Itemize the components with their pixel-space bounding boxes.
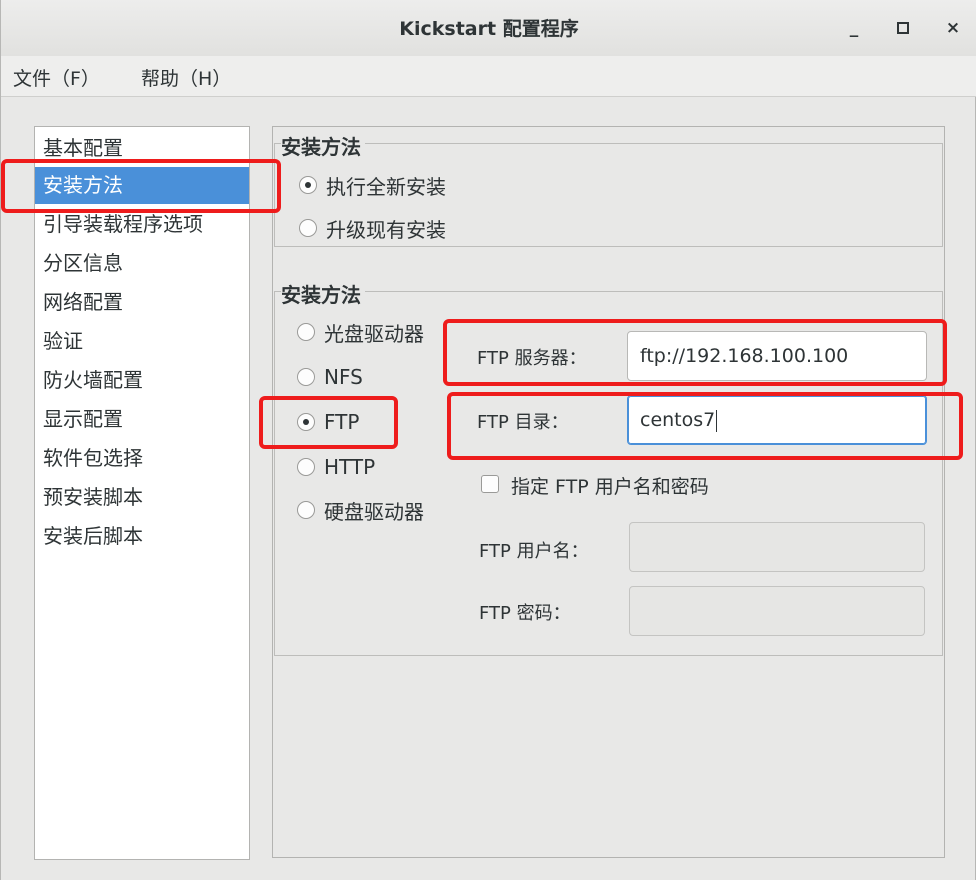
window-title: Kickstart 配置程序 — [399, 18, 579, 40]
sidebar-item-pre-install-script[interactable]: 预安装脚本 — [35, 479, 249, 516]
category-list: 基本配置 安装方法 引导装载程序选项 分区信息 网络配置 验证 防火墙配置 显示… — [34, 126, 250, 860]
sidebar-item-install-method[interactable]: 安装方法 — [35, 167, 249, 204]
sidebar-item-authentication[interactable]: 验证 — [35, 323, 249, 360]
radio-hard-drive-label: 硬盘驱动器 — [324, 499, 424, 524]
install-source-title: 安装方法 — [281, 279, 365, 308]
menu-file[interactable]: 文件（F） — [13, 64, 100, 91]
menu-bar: 文件（F） 帮助（H） — [1, 56, 976, 97]
radio-http[interactable]: HTTP — [297, 452, 375, 482]
ftp-server-input[interactable]: ftp://192.168.100.100 — [627, 331, 927, 381]
maximize-button[interactable] — [892, 17, 914, 39]
kickstart-window: Kickstart 配置程序 _ × 文件（F） 帮助（H） 基本配置 安装方法… — [0, 0, 976, 880]
close-button[interactable]: × — [942, 17, 964, 39]
radio-indicator[interactable] — [299, 219, 317, 237]
sidebar-item-partition-info[interactable]: 分区信息 — [35, 245, 249, 282]
ftp-username-input[interactable] — [629, 522, 925, 572]
radio-fresh-install-label: 执行全新安装 — [326, 174, 446, 199]
ftp-server-value: ftp://192.168.100.100 — [640, 345, 849, 367]
ftp-directory-value: centos7 — [640, 409, 716, 431]
ftp-directory-label: FTP 目录： — [477, 412, 569, 433]
radio-cdrom-label: 光盘驱动器 — [324, 321, 424, 346]
sidebar-item-post-install-script[interactable]: 安装后脚本 — [35, 518, 249, 555]
radio-nfs[interactable]: NFS — [297, 362, 363, 392]
radio-nfs-label: NFS — [324, 365, 363, 389]
ftp-server-label: FTP 服务器： — [477, 348, 587, 369]
sidebar-item-package-selection[interactable]: 软件包选择 — [35, 440, 249, 477]
menu-help[interactable]: 帮助（H） — [141, 64, 231, 91]
radio-ftp-label: FTP — [324, 410, 360, 434]
radio-indicator[interactable] — [297, 458, 315, 476]
radio-indicator[interactable] — [297, 368, 315, 386]
specify-credentials-label: 指定 FTP 用户名和密码 — [511, 476, 709, 498]
maximize-icon — [897, 22, 909, 34]
radio-indicator[interactable] — [297, 413, 315, 431]
radio-cdrom[interactable]: 光盘驱动器 — [297, 317, 424, 347]
ftp-password-label: FTP 密码： — [479, 603, 571, 624]
radio-hard-drive[interactable]: 硬盘驱动器 — [297, 495, 424, 525]
sidebar-item-basic-config[interactable]: 基本配置 — [35, 130, 249, 167]
radio-indicator[interactable] — [297, 323, 315, 341]
sidebar-item-bootloader-options[interactable]: 引导装载程序选项 — [35, 206, 249, 243]
ftp-directory-input[interactable]: centos7 — [627, 395, 927, 445]
radio-indicator[interactable] — [297, 501, 315, 519]
sidebar-item-network-config[interactable]: 网络配置 — [35, 284, 249, 321]
minimize-button[interactable]: _ — [843, 17, 865, 39]
install-type-title: 安装方法 — [281, 131, 365, 160]
settings-panel: 安装方法 执行全新安装 升级现有安装 安装方法 光盘驱动器 NFS FTP HT… — [272, 126, 945, 858]
radio-ftp[interactable]: FTP — [297, 407, 359, 437]
radio-http-label: HTTP — [324, 455, 376, 479]
title-bar[interactable]: Kickstart 配置程序 _ × — [1, 0, 976, 57]
radio-upgrade-install-label: 升级现有安装 — [326, 217, 446, 242]
sidebar-item-display-config[interactable]: 显示配置 — [35, 401, 249, 438]
ftp-password-input[interactable] — [629, 586, 925, 636]
specify-credentials-checkbox[interactable] — [481, 475, 499, 493]
ftp-username-label: FTP 用户名： — [479, 541, 589, 562]
radio-fresh-install[interactable]: 执行全新安装 — [299, 170, 446, 200]
radio-upgrade-install[interactable]: 升级现有安装 — [299, 213, 446, 243]
sidebar-item-firewall-config[interactable]: 防火墙配置 — [35, 362, 249, 399]
text-cursor — [716, 409, 718, 432]
radio-indicator[interactable] — [299, 176, 317, 194]
